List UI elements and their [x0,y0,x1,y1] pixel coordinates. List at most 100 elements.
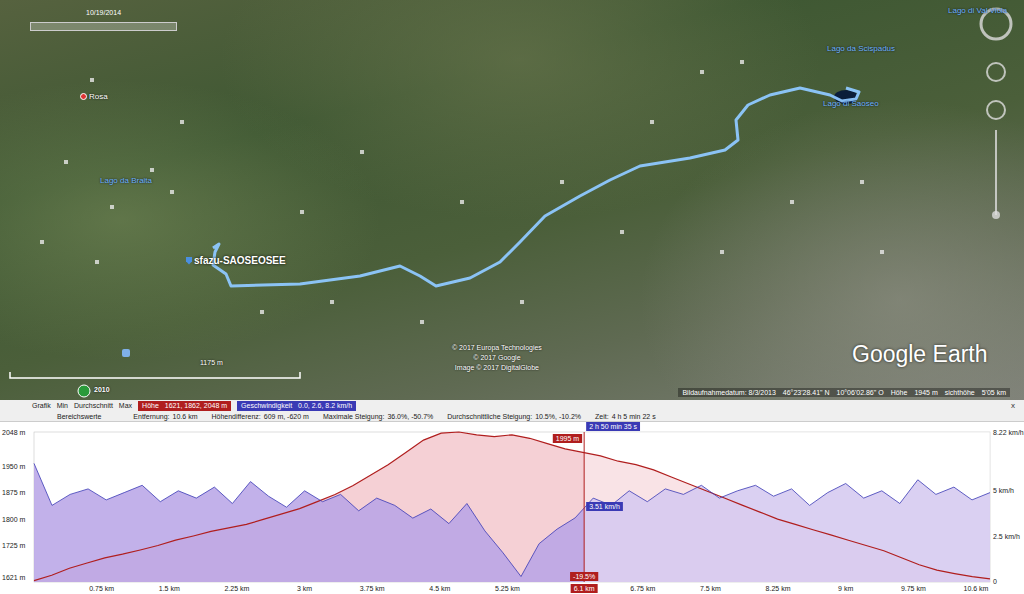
status-bar: Bildaufnahmedatum: 8/3/201346°23'28.41" … [678,388,1010,397]
axis-label: 2.25 km [224,585,249,592]
map-label[interactable]: Lago da Scispadus [827,44,895,53]
series-legend[interactable]: Geschwindigkeit 0.0, 2.6, 8.2 km/h [237,401,356,411]
map-label-text: Lago di Val Viola [948,6,1007,15]
axis-label: 2048 m [2,429,26,436]
map-label-text: Lago da Scispadus [827,44,895,53]
axis-label: 3.75 km [360,585,385,592]
elevation-area [34,432,990,582]
credit-line: © 2017 Europa Technologies [452,343,542,353]
placemark-icon[interactable] [360,150,364,154]
axis-label: 1950 m [2,463,26,470]
placemark-icon[interactable] [260,310,264,314]
placemark-icon[interactable] [790,200,794,204]
range-label: Maximale Steigung: [323,413,384,420]
axis-label: 1725 m [2,542,26,549]
route-track[interactable] [213,88,859,286]
range-value: Durchschnittliche Steigung:10.5%, -10.2% [447,413,581,420]
profile-header: GrafikMinDurchschnittMaxHöhe1621, 1862, … [0,400,1024,411]
placemark-icon[interactable] [720,250,724,254]
cursor-speed: 3.51 km/h [586,502,623,511]
google-earth-logo: Google Earth [852,341,988,368]
zoom-out-icon[interactable] [992,211,1000,219]
placemark-icon[interactable] [650,120,654,124]
placemark-icon[interactable] [40,240,44,244]
status-item: 10°06'02.86" O [837,389,884,396]
placemark-icon[interactable] [880,250,884,254]
placemark-icon[interactable] [90,78,94,82]
placemark-icon[interactable] [110,205,114,209]
series-label: Höhe [142,401,159,411]
plot-area [34,432,990,582]
series-legend[interactable]: Höhe 1621, 1862, 2048 m [138,401,231,411]
cursor-grade: -19.5% [570,572,598,581]
placemark-icon[interactable] [460,200,464,204]
cursor-grade-text: -19.5% [573,573,595,580]
column-title: Grafik [32,402,51,409]
axis-label: 0 [993,578,997,585]
placemark-icon[interactable] [300,210,304,214]
range-value: Maximale Steigung:36.0%, -50.7% [323,413,433,420]
range-values-row: BereichswerteEntfernung:10.6 kmHöhendiff… [0,411,1024,422]
elevation-line [34,432,990,581]
placemark-icon[interactable] [420,320,424,324]
range-label: Höhendifferenz: [211,413,260,420]
cursor-time: 2 h 50 min 35 s [586,422,640,431]
map-label[interactable]: Rosa [80,92,108,101]
placemark-icon[interactable] [150,168,154,172]
credit-line: © 2017 Google [473,353,520,363]
google-earth-window: 10/19/2014 Rosa Lago da Braita sfazu-SAOSEO… [0,0,1024,594]
time-slider[interactable] [30,22,177,31]
placemark-icon[interactable] [620,230,624,234]
scale-bar-icon [10,372,300,378]
scale-label: 1175 m [200,359,223,366]
historical-imagery-icon[interactable] [78,385,90,397]
map-label[interactable]: Lago da Braita [100,176,152,185]
close-button[interactable]: x [1008,401,1018,410]
placemark-icon[interactable] [700,70,704,74]
map-label-text: Rosa [89,92,108,101]
axis-label: 4.5 km [429,585,450,592]
status-item: 46°23'28.41" N [783,389,830,396]
place-marker-icon [80,93,87,100]
cursor-elevation: 1995 m [553,434,582,443]
placemark-icon[interactable] [520,300,524,304]
look-control-icon[interactable] [987,63,1005,81]
placemark-icon[interactable] [860,180,864,184]
map-label[interactable]: Lago di Saoseo [823,99,879,108]
placemark-icon[interactable] [560,180,564,184]
series-values: 0.0, 2.6, 8.2 km/h [298,401,352,411]
series-values: 1621, 1862, 2048 m [165,401,227,411]
cursor-line[interactable] [584,432,585,582]
range-number: 10.6 km [173,413,198,420]
time-slider-label: 10/19/2014 [86,9,121,16]
move-control-icon[interactable] [987,101,1005,119]
axis-label: 3 km [297,585,312,592]
map-label[interactable]: sfazu-SAOSEOSEE [186,255,286,266]
cursor-speed-box [586,502,623,511]
map-label-text: Lago di Saoseo [823,99,879,108]
speed-line [34,463,990,576]
cursor-grade-box [570,572,598,581]
cursor-distance-text: 6.1 km [574,585,595,592]
placemark-icon[interactable] [95,260,99,264]
range-label: Durchschnittliche Steigung: [447,413,532,420]
placemark-icon[interactable] [170,190,174,194]
placemark-icon[interactable] [64,160,68,164]
placemark-icon[interactable] [740,60,744,64]
street-view-icon[interactable] [122,349,130,357]
credit-line: Image © 2017 DigitalGlobe [455,363,539,373]
placemark-icon[interactable] [180,120,184,124]
range-number: 609 m, -620 m [264,413,309,420]
cursor-speed-text: 3.51 km/h [589,503,620,510]
map-view[interactable]: 10/19/2014 Rosa Lago da Braita sfazu-SAOSEO… [0,0,1024,400]
historical-year[interactable]: 2010 [94,386,110,393]
zoom-slider-icon[interactable] [995,130,997,215]
map-label[interactable]: Lago di Val Viola [948,6,1007,15]
placemark-icon[interactable] [330,300,334,304]
range-number: 4 h 5 min 22 s [612,413,656,420]
axis-label: 1875 m [2,489,26,496]
profile-chart[interactable]: 2048 m1950 m1875 m1800 m1725 m1621 m8.22… [0,422,1024,594]
map-label-text: Lago da Braita [100,176,152,185]
elevation-profile: GrafikMinDurchschnittMaxHöhe1621, 1862, … [0,400,1024,594]
series-label: Geschwindigkeit [241,401,292,411]
